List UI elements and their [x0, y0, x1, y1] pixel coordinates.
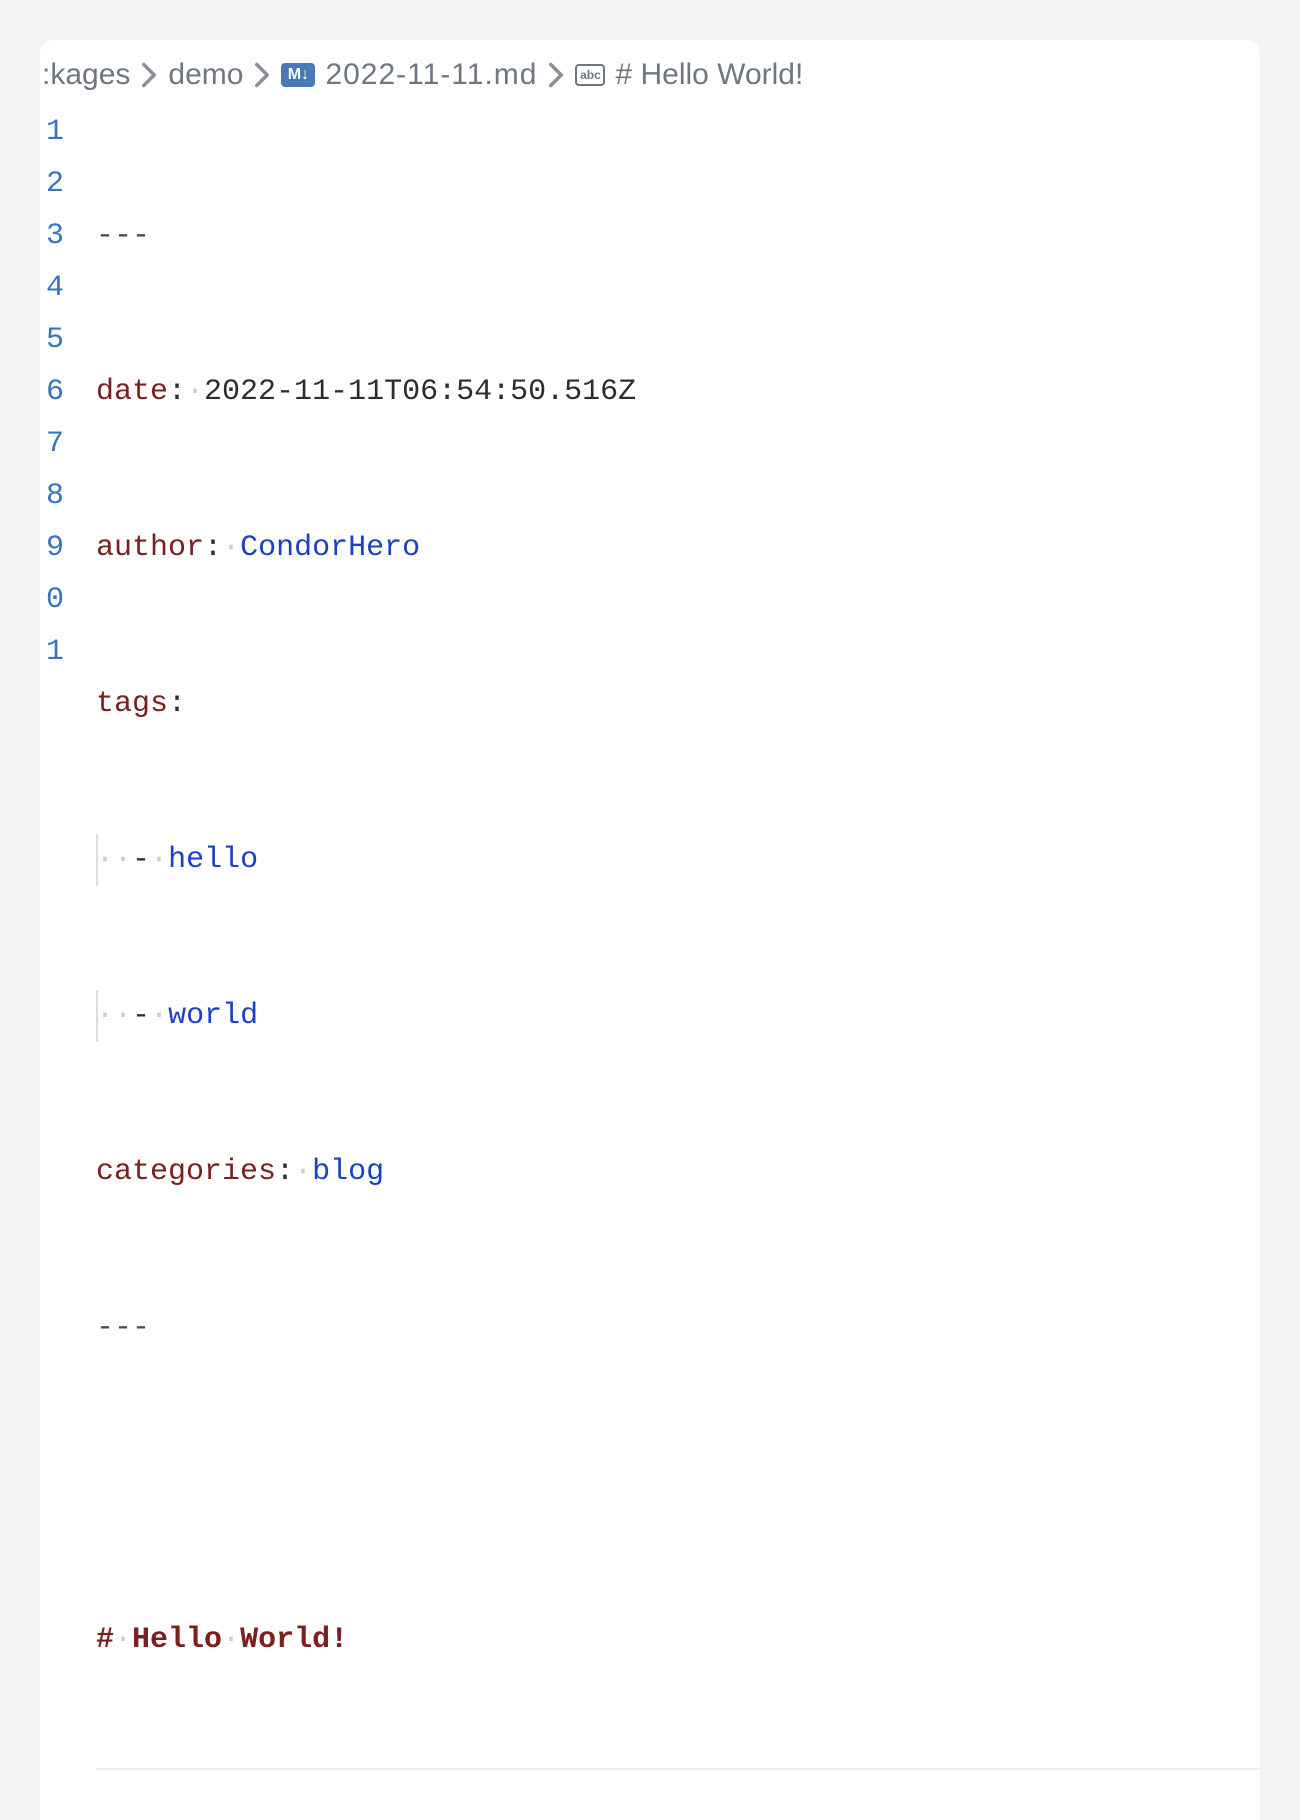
code-line[interactable]: [96, 1458, 1260, 1510]
yaml-list-item: hello: [168, 843, 258, 877]
code-line[interactable]: #·Hello·World!: [96, 1614, 1260, 1666]
breadcrumb-item[interactable]: :kages: [42, 58, 130, 92]
line-number: 4: [46, 262, 96, 314]
code-line[interactable]: [96, 1768, 1260, 1820]
chevron-right-icon: [547, 61, 565, 89]
line-number: 8: [46, 470, 96, 522]
yaml-key: date: [96, 375, 168, 409]
line-number: 5: [46, 314, 96, 366]
line-number: 1: [46, 106, 96, 158]
line-number: 7: [46, 418, 96, 470]
line-number: 3: [46, 210, 96, 262]
breadcrumb-item[interactable]: demo: [168, 58, 243, 92]
code-line[interactable]: ··-·hello: [96, 834, 1260, 886]
markdown-heading: #·Hello·World!: [96, 1623, 348, 1657]
line-number: 9: [46, 522, 96, 574]
line-number: 1: [46, 626, 96, 678]
chevron-right-icon: [253, 61, 271, 89]
chevron-right-icon: [140, 61, 158, 89]
yaml-value: blog: [312, 1155, 384, 1189]
line-number: 2: [46, 158, 96, 210]
editor-panel: :kages demo M↓ 2022-11-11.md abc # Hello…: [40, 40, 1260, 1820]
line-number: 0: [46, 574, 96, 626]
yaml-value: CondorHero: [240, 531, 420, 565]
yaml-key: author: [96, 531, 204, 565]
code-line[interactable]: ---: [96, 210, 1260, 262]
code-line[interactable]: date:·2022-11-11T06:54:50.516Z: [96, 366, 1260, 418]
yaml-list-item: world: [168, 999, 258, 1033]
code-line[interactable]: author:·CondorHero: [96, 522, 1260, 574]
code-editor[interactable]: 1 2 3 4 5 6 7 8 9 0 1 --- date:·2022-11-…: [40, 102, 1260, 1820]
code-line[interactable]: ··-·world: [96, 990, 1260, 1042]
breadcrumb: :kages demo M↓ 2022-11-11.md abc # Hello…: [40, 40, 1260, 102]
symbol-string-icon: abc: [575, 64, 605, 86]
frontmatter-delim: ---: [96, 219, 150, 253]
yaml-value: 2022-11-11T06:54:50.516Z: [204, 375, 636, 409]
yaml-key: categories: [96, 1155, 276, 1189]
breadcrumb-symbol[interactable]: # Hello World!: [615, 58, 803, 92]
code-line[interactable]: tags:: [96, 678, 1260, 730]
markdown-file-icon: M↓: [281, 63, 315, 87]
breadcrumb-file[interactable]: 2022-11-11.md: [325, 58, 537, 92]
code-line[interactable]: ---: [96, 1302, 1260, 1354]
yaml-key: tags: [96, 687, 168, 721]
line-number-gutter: 1 2 3 4 5 6 7 8 9 0 1: [40, 106, 96, 1820]
frontmatter-delim: ---: [96, 1311, 150, 1345]
code-content[interactable]: --- date:·2022-11-11T06:54:50.516Z autho…: [96, 106, 1260, 1820]
line-number: 6: [46, 366, 96, 418]
code-line[interactable]: categories:·blog: [96, 1146, 1260, 1198]
